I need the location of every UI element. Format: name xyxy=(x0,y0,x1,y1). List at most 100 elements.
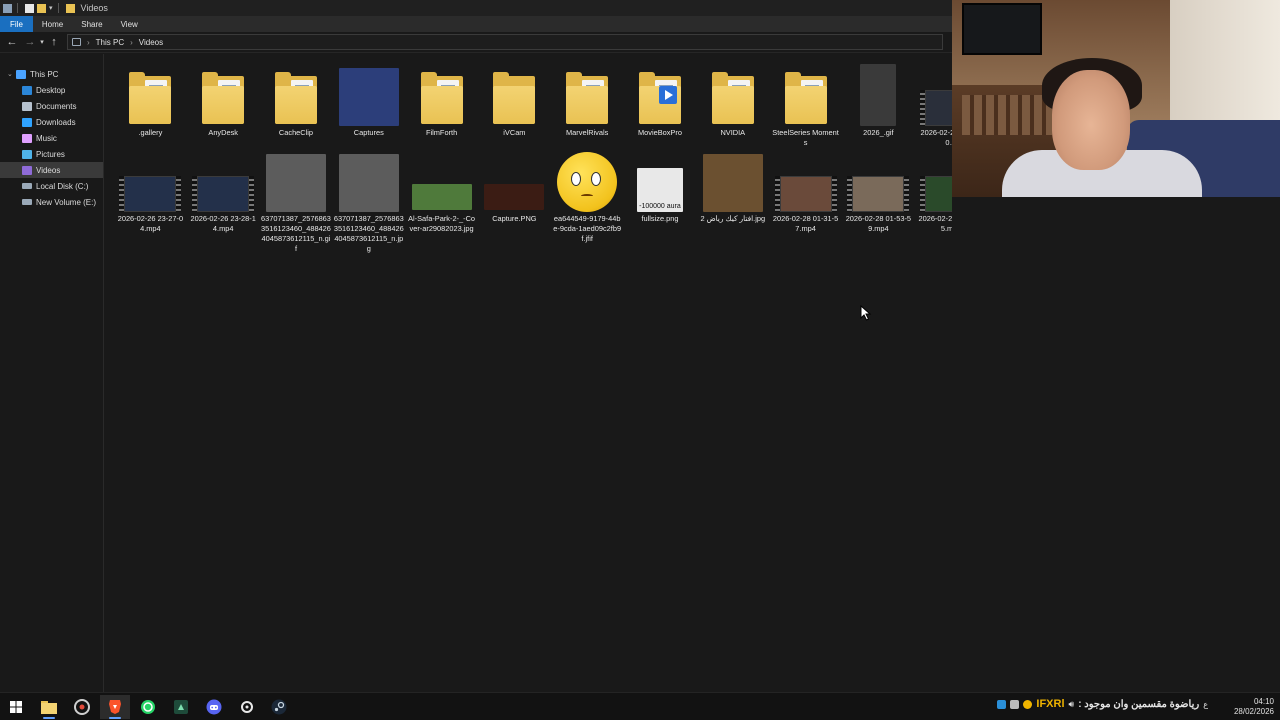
video-thumbnail xyxy=(846,148,910,212)
emoji-face-icon xyxy=(557,152,618,212)
folder-icon xyxy=(711,72,754,124)
sidebar-item-videos[interactable]: Videos xyxy=(0,162,103,178)
taskbar-clock[interactable]: 04:10 28/02/2026 xyxy=(1216,697,1274,717)
file-name: MovieBoxPro xyxy=(637,128,682,137)
image-thumbnail xyxy=(337,148,401,212)
file-tile-2026-02-28-01-31-57-mp4[interactable]: 2026-02-28 01-31-57.mp4 xyxy=(769,148,842,254)
drive-icon xyxy=(22,199,32,205)
taskbar-brave[interactable] xyxy=(100,695,130,719)
sidebar-item-documents[interactable]: Documents xyxy=(0,98,103,114)
folder-icon xyxy=(701,62,765,126)
file-name: 2026-02-26 23-27-04.mp4 xyxy=(117,214,184,233)
sidebar-item-label: This PC xyxy=(30,69,59,79)
file-tile-2026-02-26-23-28-14-mp4[interactable]: 2026-02-26 23-28-14.mp4 xyxy=(187,148,260,254)
taskbar-chrome[interactable] xyxy=(67,695,97,719)
warning-icon[interactable] xyxy=(1023,699,1033,709)
video-icon xyxy=(774,176,837,212)
mouse-cursor-icon xyxy=(860,305,872,321)
image-icon xyxy=(411,184,472,210)
file-tile-2-jpg[interactable]: افتار كيك رياض 2.jpg xyxy=(696,148,769,254)
up-button[interactable]: ↑ xyxy=(47,35,61,49)
image-icon xyxy=(338,154,399,212)
folder-icon xyxy=(628,62,692,126)
taskbar-steam[interactable] xyxy=(264,695,294,719)
file-tile-2026-02-28-03-00-25-mp4[interactable]: 2026-02-28 03-00-25.mp4 xyxy=(915,148,952,254)
sidebar-item-downloads[interactable]: Downloads xyxy=(0,114,103,130)
sidebar-item-local-disk-c[interactable]: Local Disk (C:) xyxy=(0,178,103,194)
recent-locations-dropdown[interactable]: ▾ xyxy=(37,35,47,49)
tab-view[interactable]: View xyxy=(112,16,147,32)
file-tile-marvelrivals[interactable]: MarvelRivals xyxy=(551,62,624,148)
sidebar-item-this-pc[interactable]: ⌄ This PC xyxy=(0,66,103,82)
file-tile-filmforth[interactable]: FilmForth xyxy=(405,62,478,148)
sidebar-item-music[interactable]: Music xyxy=(0,130,103,146)
tray-arabic-text: رياضوة مقسمين وان موجود : xyxy=(1078,698,1200,710)
videos-icon xyxy=(22,165,32,175)
volume-icon[interactable]: 🔊︎ xyxy=(1069,699,1075,710)
taskbar-app[interactable] xyxy=(166,695,196,719)
forward-button[interactable]: → xyxy=(23,35,37,49)
taskbar-file-explorer[interactable] xyxy=(34,695,64,719)
folder-icon xyxy=(774,62,838,126)
new-folder-icon[interactable] xyxy=(37,3,46,13)
file-tile-cacheclip[interactable]: CacheClip xyxy=(260,62,333,148)
language-indicator[interactable]: ع xyxy=(1203,700,1208,709)
breadcrumb-this-pc[interactable]: This PC xyxy=(96,38,124,47)
webcam-overlay xyxy=(952,0,1280,197)
file-tile-ea644549-9179-44be-9cda-1aed09c2fb9f-jfi[interactable]: ea644549-9179-44be-9cda-1aed09c2fb9f.jfi… xyxy=(551,148,624,254)
folder-icon xyxy=(555,62,619,126)
file-tile-nvidia[interactable]: NVIDIA xyxy=(696,62,769,148)
start-icon xyxy=(10,701,22,713)
folder-icon xyxy=(410,62,474,126)
sidebar-item-new-volume-e[interactable]: New Volume (E:) xyxy=(0,194,103,210)
sidebar-item-label: New Volume (E:) xyxy=(36,197,97,207)
address-bar[interactable]: › This PC › Videos xyxy=(67,34,943,50)
sidebar-item-label: Music xyxy=(36,133,57,143)
file-tile-capture-png[interactable]: Capture.PNG xyxy=(478,148,551,254)
folder-icon xyxy=(638,72,681,124)
file-tile-2026-gif[interactable]: 2026_.gif xyxy=(842,62,915,148)
file-tile-2026-02-26-23-27-04-mp4[interactable]: 2026-02-26 23-27-04.mp4 xyxy=(114,148,187,254)
file-name: AnyDesk xyxy=(208,128,238,137)
sidebar-item-pictures[interactable]: Pictures xyxy=(0,146,103,162)
breadcrumb-videos[interactable]: Videos xyxy=(139,38,163,47)
this-pc-icon xyxy=(72,38,81,46)
file-tile-637071387-25768633516123460-488426404587[interactable]: 637071387_25768633516123460_488426404587… xyxy=(260,148,333,254)
downloads-icon xyxy=(22,117,32,127)
app-menu-icon[interactable] xyxy=(3,3,12,13)
customize-dropdown-icon[interactable]: ▾ xyxy=(49,4,53,12)
file-tile-637071387-25768633516123460-488426404587[interactable]: 637071387_25768633516123460_488426404587… xyxy=(332,148,405,254)
video-icon xyxy=(920,176,952,212)
image-thumbnail xyxy=(264,148,328,212)
image-icon xyxy=(338,68,399,126)
chevron-down-icon[interactable]: ⌄ xyxy=(7,70,13,78)
file-tile-2026-02-28-01-53-59-mp4[interactable]: 2026-02-28 01-53-59.mp4 xyxy=(842,148,915,254)
file-row: .gallery AnyDesk CacheClip Captures FilmFort… xyxy=(114,62,952,148)
file-tile-anydesk[interactable]: AnyDesk xyxy=(187,62,260,148)
taskbar-discord[interactable] xyxy=(199,695,229,719)
file-name: iVCam xyxy=(503,128,526,137)
taskbar-steelseries[interactable] xyxy=(232,695,262,719)
back-button[interactable]: ← xyxy=(5,35,19,49)
file-tile-steelseries-moments[interactable]: SteelSeries Moments xyxy=(769,62,842,148)
file-tile-movieboxpro[interactable]: MovieBoxPro xyxy=(624,62,697,148)
file-tile-ivcam[interactable]: iVCam xyxy=(478,62,551,148)
file-tile-2026-02-28-22-44-0[interactable]: 2026-02-28 22-44-0… xyxy=(915,62,952,148)
file-tile-fullsize-png[interactable]: -100000 aura fullsize.png xyxy=(624,148,697,254)
tab-share[interactable]: Share xyxy=(72,16,111,32)
video-icon xyxy=(920,90,952,126)
tab-file[interactable]: File xyxy=(0,16,33,32)
tool-icon[interactable] xyxy=(1010,699,1020,709)
properties-icon[interactable] xyxy=(25,3,34,13)
network-app-icon[interactable] xyxy=(997,699,1007,709)
taskbar-whatsapp[interactable] xyxy=(133,695,163,719)
file-tile-gallery[interactable]: .gallery xyxy=(114,62,187,148)
file-tile-al-safa-park-2-cover-ar29082023-jpg[interactable]: Al-Safa-Park-2-_-Cover-ar29082023.jpg xyxy=(405,148,478,254)
start-button[interactable] xyxy=(1,695,31,719)
tab-home[interactable]: Home xyxy=(33,16,72,32)
image-icon xyxy=(860,64,897,126)
sidebar-item-desktop[interactable]: Desktop xyxy=(0,82,103,98)
sidebar-item-label: Local Disk (C:) xyxy=(36,181,89,191)
file-tile-captures[interactable]: Captures xyxy=(332,62,405,148)
video-thumbnail xyxy=(774,148,838,212)
